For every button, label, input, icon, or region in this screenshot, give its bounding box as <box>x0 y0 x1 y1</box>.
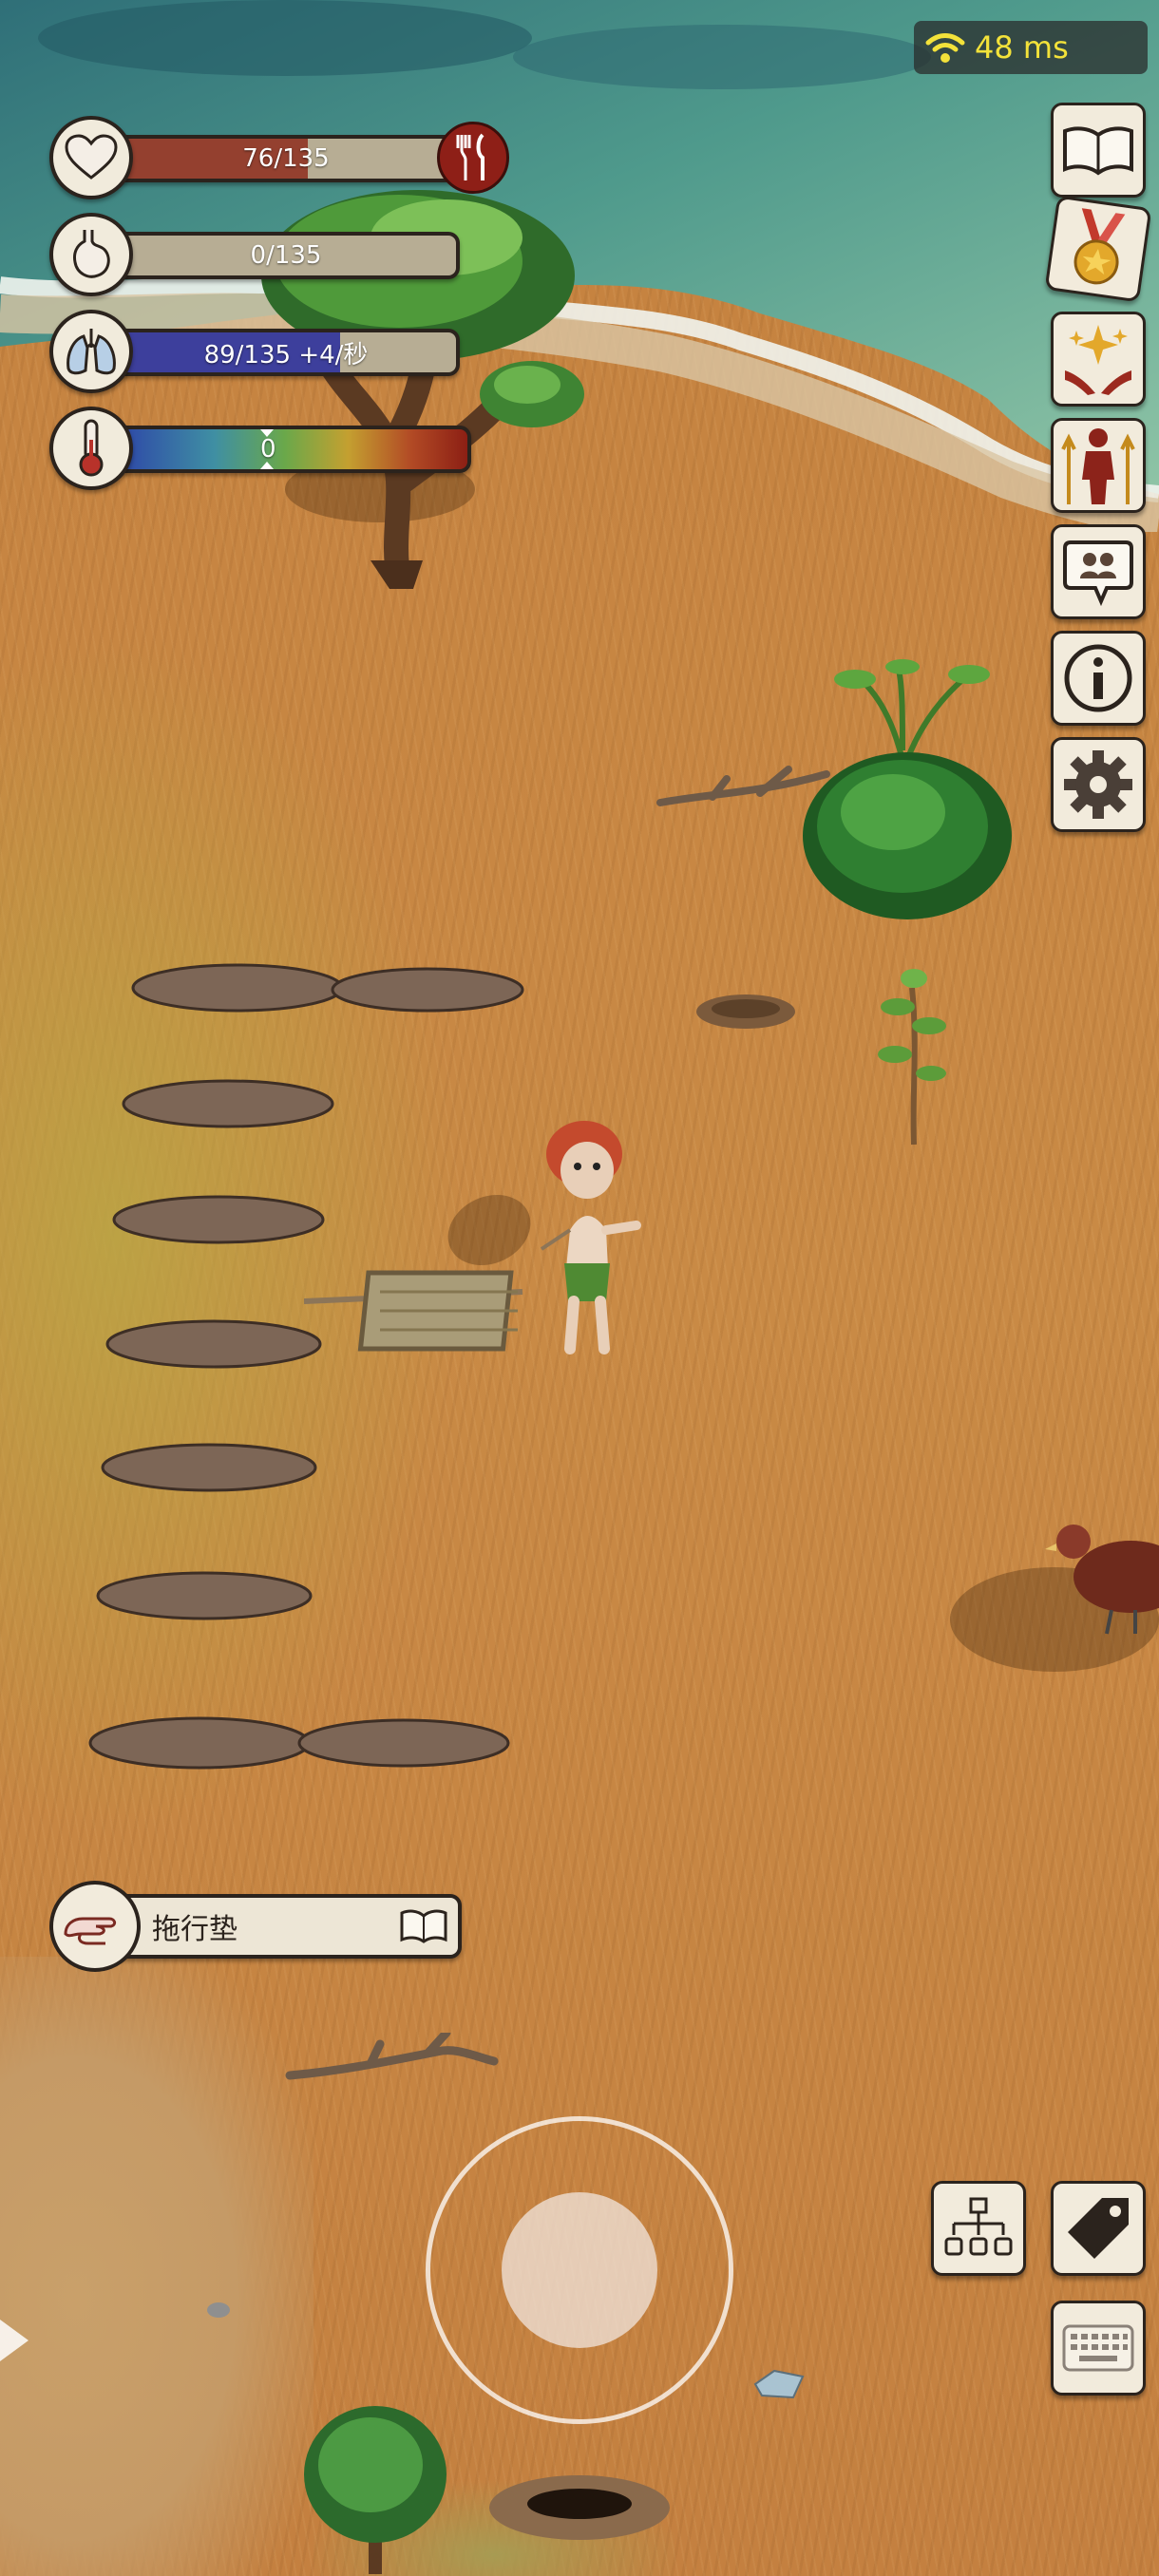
social-button[interactable] <box>1051 524 1146 619</box>
tech-tree-icon <box>944 2197 1013 2256</box>
craft-target[interactable]: 拖行垫 <box>49 1881 464 1972</box>
dirt-hole[interactable] <box>484 2470 674 2546</box>
book-icon <box>1063 126 1133 176</box>
tag-icon <box>1068 2198 1129 2259</box>
network-ping: 48 ms <box>914 21 1148 74</box>
settings-icon <box>1064 750 1132 819</box>
ping-text: 48 ms <box>975 29 1069 66</box>
animal-carcasses[interactable] <box>76 940 532 1795</box>
temperature-value: 0 <box>260 435 276 464</box>
oxygen-value: 89/135 +4/秒 <box>203 340 369 369</box>
joystick-knob[interactable] <box>502 2192 657 2348</box>
temperature-bar: 0 <box>116 426 471 473</box>
craft-label: 拖行垫 <box>152 1913 238 1946</box>
oxygen-stat: 89/135 +4/秒 <box>49 310 460 397</box>
sparkle-hands-icon <box>1065 325 1131 395</box>
drag-mat[interactable] <box>304 1254 532 1358</box>
health-bar: 76/135 <box>116 135 460 182</box>
tag-button[interactable] <box>1051 2181 1146 2276</box>
info-icon <box>1064 644 1132 712</box>
nest[interactable] <box>694 988 798 1035</box>
edge-arrow-icon[interactable] <box>0 2320 28 2361</box>
character-stats-icon <box>1061 428 1135 504</box>
settings-button[interactable] <box>1051 737 1146 832</box>
branch-2[interactable] <box>285 2033 504 2099</box>
hunger-bar: 0/135 <box>116 232 460 279</box>
chat-icon <box>1063 540 1133 607</box>
tech-tree-button[interactable] <box>931 2181 1026 2276</box>
character-button[interactable] <box>1051 418 1146 513</box>
craft-bar[interactable]: 拖行垫 <box>118 1894 462 1959</box>
flint-stone[interactable] <box>750 2365 808 2403</box>
journal-button[interactable] <box>1051 103 1146 198</box>
fork-knife-icon <box>456 133 484 180</box>
small-stone[interactable] <box>204 2299 233 2321</box>
temperature-stat: 0 <box>49 407 471 494</box>
sapling[interactable] <box>855 950 969 1149</box>
player-character[interactable] <box>522 1111 656 1358</box>
wifi-icon <box>925 33 965 63</box>
keyboard-icon <box>1062 2324 1134 2372</box>
skills-button[interactable] <box>1051 312 1146 407</box>
hunger-value: 0/135 <box>250 241 322 270</box>
hand-icon <box>49 1881 141 1972</box>
achievements-button[interactable] <box>1044 195 1152 303</box>
branch[interactable] <box>656 765 836 812</box>
recipe-book-icon[interactable] <box>397 1905 450 1947</box>
hunger-stat: 0/135 <box>49 213 460 300</box>
small-tree[interactable] <box>294 2403 456 2574</box>
bird[interactable] <box>1045 1515 1159 1638</box>
keyboard-button[interactable] <box>1051 2301 1146 2396</box>
medal-icon <box>1074 208 1126 285</box>
health-stat: 76/135 <box>49 116 460 203</box>
sand-patch <box>0 1957 314 2576</box>
health-value: 76/135 <box>242 144 330 173</box>
oxygen-bar: 89/135 +4/秒 <box>116 329 460 376</box>
info-button[interactable] <box>1051 631 1146 726</box>
